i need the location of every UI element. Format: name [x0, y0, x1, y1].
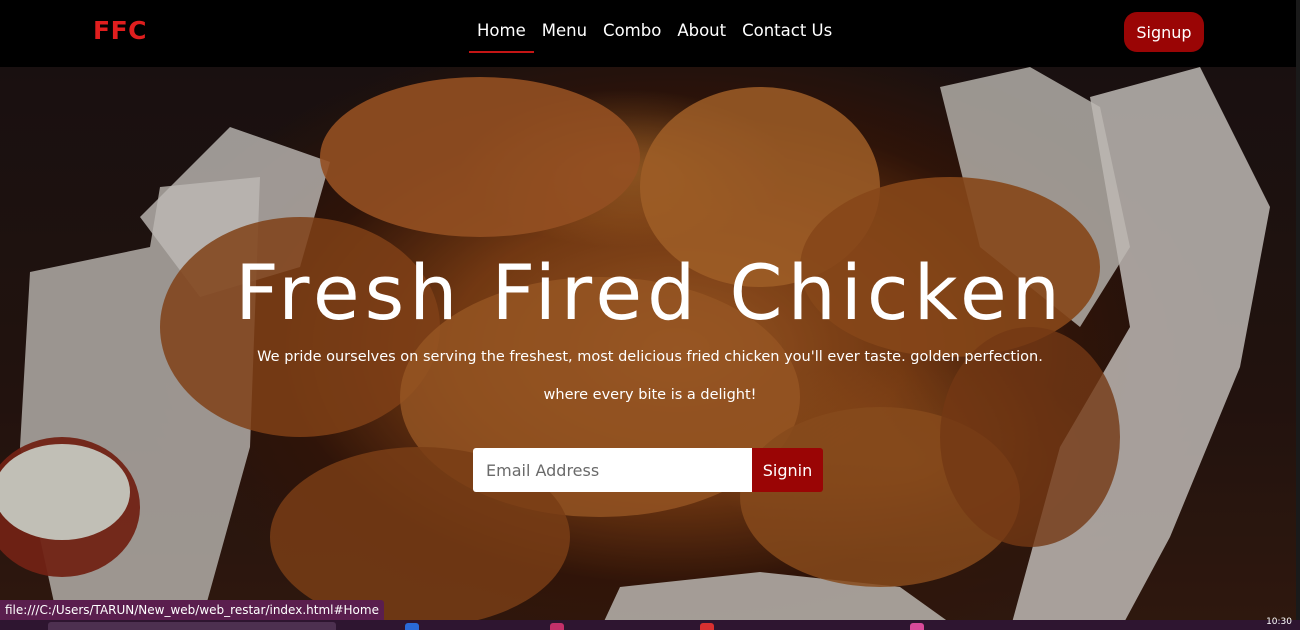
nav-link-combo[interactable]: Combo: [595, 0, 669, 67]
signup-button[interactable]: Signup: [1124, 12, 1204, 52]
nav-links: Home Menu Combo About Contact Us: [469, 0, 840, 67]
hero-title: Fresh Fired Chicken: [235, 248, 1065, 337]
hero-content: Fresh Fired Chicken We pride ourselves o…: [0, 67, 1300, 630]
signin-button[interactable]: Signin: [752, 448, 823, 492]
hero-subtitle-line2: where every bite is a delight!: [543, 387, 757, 403]
os-taskbar: 10:30: [0, 617, 1300, 630]
email-input[interactable]: [473, 448, 752, 492]
hero-section: Fresh Fired Chicken We pride ourselves o…: [0, 67, 1300, 630]
signin-form: Signin: [473, 448, 823, 492]
nav-link-home[interactable]: Home: [469, 0, 534, 67]
brand-logo[interactable]: FFC: [93, 16, 147, 45]
taskbar-search-box[interactable]: [48, 622, 336, 630]
taskbar-app-icon[interactable]: [700, 623, 714, 630]
page-scrollbar[interactable]: [1296, 0, 1300, 630]
taskbar-app-icon[interactable]: [910, 623, 924, 630]
nav-link-about[interactable]: About: [669, 0, 734, 67]
navbar: FFC Home Menu Combo About Contact Us Sig…: [0, 0, 1300, 67]
taskbar-clock: 10:30: [1266, 617, 1292, 627]
taskbar-app-icon[interactable]: [550, 623, 564, 630]
status-bar-url: file:///C:/Users/TARUN/New_web/web_resta…: [0, 600, 384, 620]
hero-subtitle-line1: We pride ourselves on serving the freshe…: [257, 349, 1043, 365]
taskbar-browser-icon[interactable]: [405, 623, 419, 630]
nav-link-menu[interactable]: Menu: [534, 0, 595, 67]
nav-link-contact[interactable]: Contact Us: [734, 0, 840, 67]
